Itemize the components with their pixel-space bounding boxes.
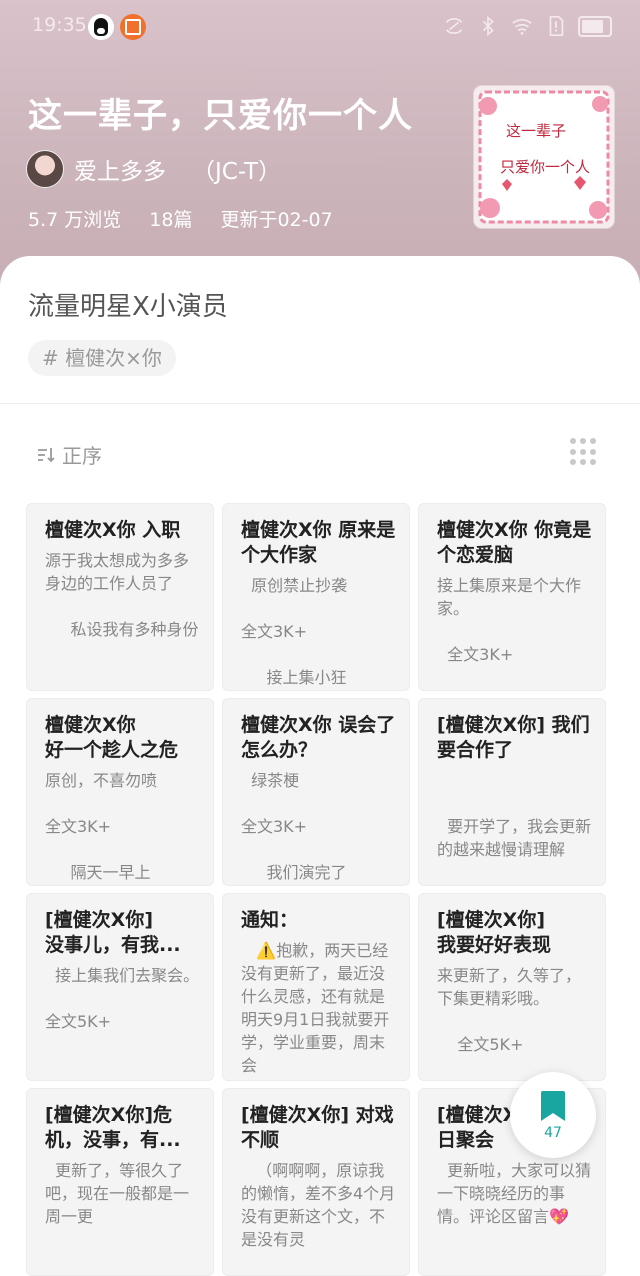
chapter-preview: 要开学了，我会更新的越来越慢请理解 (437, 817, 592, 859)
battery-icon (578, 15, 612, 37)
sort-button[interactable]: 正序 (36, 440, 102, 469)
cover-text-line-2: 只爱你一个人 (500, 158, 590, 176)
chapter-title: 檀健次X你 入职 (45, 519, 181, 541)
nfc-icon (442, 14, 466, 38)
chapter-card[interactable]: [檀健次X你] 对戏不顺 （啊啊啊，原谅我的懒惰，差不多4个月没有更新这个文，不… (222, 1088, 410, 1276)
status-icons (442, 14, 612, 38)
chapter-card[interactable]: 檀健次X你 你竟是个恋爱脑 接上集原来是个大作家。 全文3K+ (418, 503, 606, 691)
chapter-title: 通知： (241, 909, 299, 931)
chapter-card[interactable]: [檀健次X你] 没事儿，有我... 接上集我们去聚会。 全文5K+ (26, 893, 214, 1081)
author-row[interactable]: 爱上多多 （JC-T） (26, 150, 281, 188)
chapters-count: 18篇 (149, 209, 193, 231)
book-header: 19:35 这一辈子，只爱你一个人 爱上多多 （JC-T） 5.7 万浏览 18… (0, 0, 640, 290)
chapter-card[interactable]: [檀健次X你]危机，没事，有... 更新了，等很久了吧，现在一般都是一周一更 (26, 1088, 214, 1276)
cover-text-line-1: 这一辈子 (506, 122, 566, 140)
chapter-card[interactable]: 檀健次X你 好一个趁人之危 原创，不喜勿喷 全文3K+ 隔天一早上 (26, 698, 214, 886)
chapter-preview: （啊啊啊，原谅我的懒惰，差不多4个月没有更新这个文，不是没有灵 (241, 1161, 396, 1249)
chapter-preview: 原创，不喜勿喷 全文3K+ 隔天一早上 (45, 771, 158, 882)
app-notification-icon (120, 14, 146, 40)
topic-tag[interactable]: # 檀健次×你 (28, 340, 176, 376)
book-stats: 5.7 万浏览 18篇 更新于02-07 (28, 205, 333, 232)
book-title: 这一辈子，只爱你一个人 (28, 96, 413, 136)
chapter-title: 檀健次X你 好一个趁人之危 (45, 714, 179, 761)
grid-view-icon[interactable] (570, 438, 598, 466)
wifi-icon (510, 14, 534, 38)
chapter-grid: 檀健次X你 入职 源于我太想成为多多身边的工作人员了 私设我有多种身份 檀健次X… (26, 503, 608, 1276)
views-count: 5.7 万浏览 (28, 209, 122, 231)
chapter-title: [檀健次X你]危机，没事，有... (45, 1104, 181, 1151)
status-bar: 19:35 (0, 0, 640, 54)
bookmark-button[interactable]: 47 (510, 1072, 596, 1158)
sort-icon (38, 447, 55, 462)
chapter-title: [檀健次X你] 我要好好表现 (437, 909, 552, 956)
bluetooth-icon (476, 14, 500, 38)
book-cover[interactable]: 这一辈子 只爱你一个人 (474, 86, 614, 228)
chapter-card[interactable]: 通知： ⚠️抱歉，两天已经没有更新了，最近没什么灵感，还有就是明天9月1日我就要… (222, 893, 410, 1081)
chapter-title: 檀健次X你 误会了怎么办？ (241, 714, 396, 761)
chapter-preview: ⚠️抱歉，两天已经没有更新了，最近没什么灵感，还有就是明天9月1日我就要开学，学… (241, 941, 390, 1075)
chapter-title: 檀健次X你 原来是个大作家 (241, 519, 396, 566)
sort-label: 正序 (62, 444, 102, 468)
author-name[interactable]: 爱上多多 (74, 152, 166, 186)
chapter-title: [檀健次X你] 对戏不顺 (241, 1104, 394, 1151)
chapter-preview: 更新啦，大家可以猜一下晓晓经历的事情。评论区留言💖 (437, 1161, 592, 1226)
chapter-title: 檀健次X你 你竟是个恋爱脑 (437, 519, 592, 566)
chapter-card[interactable]: 檀健次X你 入职 源于我太想成为多多身边的工作人员了 私设我有多种身份 (26, 503, 214, 691)
chapter-preview: 源于我太想成为多多身边的工作人员了 私设我有多种身份 (45, 551, 199, 639)
author-id: （JC-T） (192, 159, 282, 185)
chapter-card[interactable]: [檀健次X你] 我们要合作了 要开学了，我会更新的越来越慢请理解 (418, 698, 606, 886)
divider (0, 403, 640, 404)
chapter-card[interactable]: [檀健次X你] 我要好好表现 来更新了，久等了，下集更精彩哦。 全文5K+ (418, 893, 606, 1081)
sim-alert-icon (544, 14, 568, 38)
chapter-title: [檀健次X你] 没事儿，有我... (45, 909, 181, 956)
chapter-preview: 原创禁止抄袭 全文3K+ 接上集小狂 (241, 576, 348, 687)
bookmark-icon (541, 1091, 565, 1121)
status-time: 19:35 (32, 14, 87, 36)
chapter-preview: 更新了，等很久了吧，现在一般都是一周一更 (45, 1161, 190, 1226)
chapter-preview: 接上集原来是个大作家。 全文3K+ (437, 576, 582, 664)
update-date: 更新于02-07 (220, 209, 333, 231)
chapter-card[interactable]: 檀健次X你 误会了怎么办？ 绿茶梗 全文3K+ 我们演完了 (222, 698, 410, 886)
book-subtitle: 流量明星X小演员 (28, 292, 228, 322)
qq-icon (88, 14, 114, 40)
chapter-title: [檀健次X你] 我们要合作了 (437, 714, 590, 761)
bookmark-count: 47 (544, 1125, 562, 1141)
chapter-preview: 绿茶梗 全文3K+ 我们演完了 (241, 771, 347, 882)
chapter-card[interactable]: 檀健次X你 原来是个大作家 原创禁止抄袭 全文3K+ 接上集小狂 (222, 503, 410, 691)
avatar[interactable] (26, 150, 64, 188)
chapter-preview: 来更新了，久等了，下集更精彩哦。 全文5K+ (437, 966, 582, 1054)
chapter-preview: 接上集我们去聚会。 全文5K+ (45, 966, 200, 1031)
